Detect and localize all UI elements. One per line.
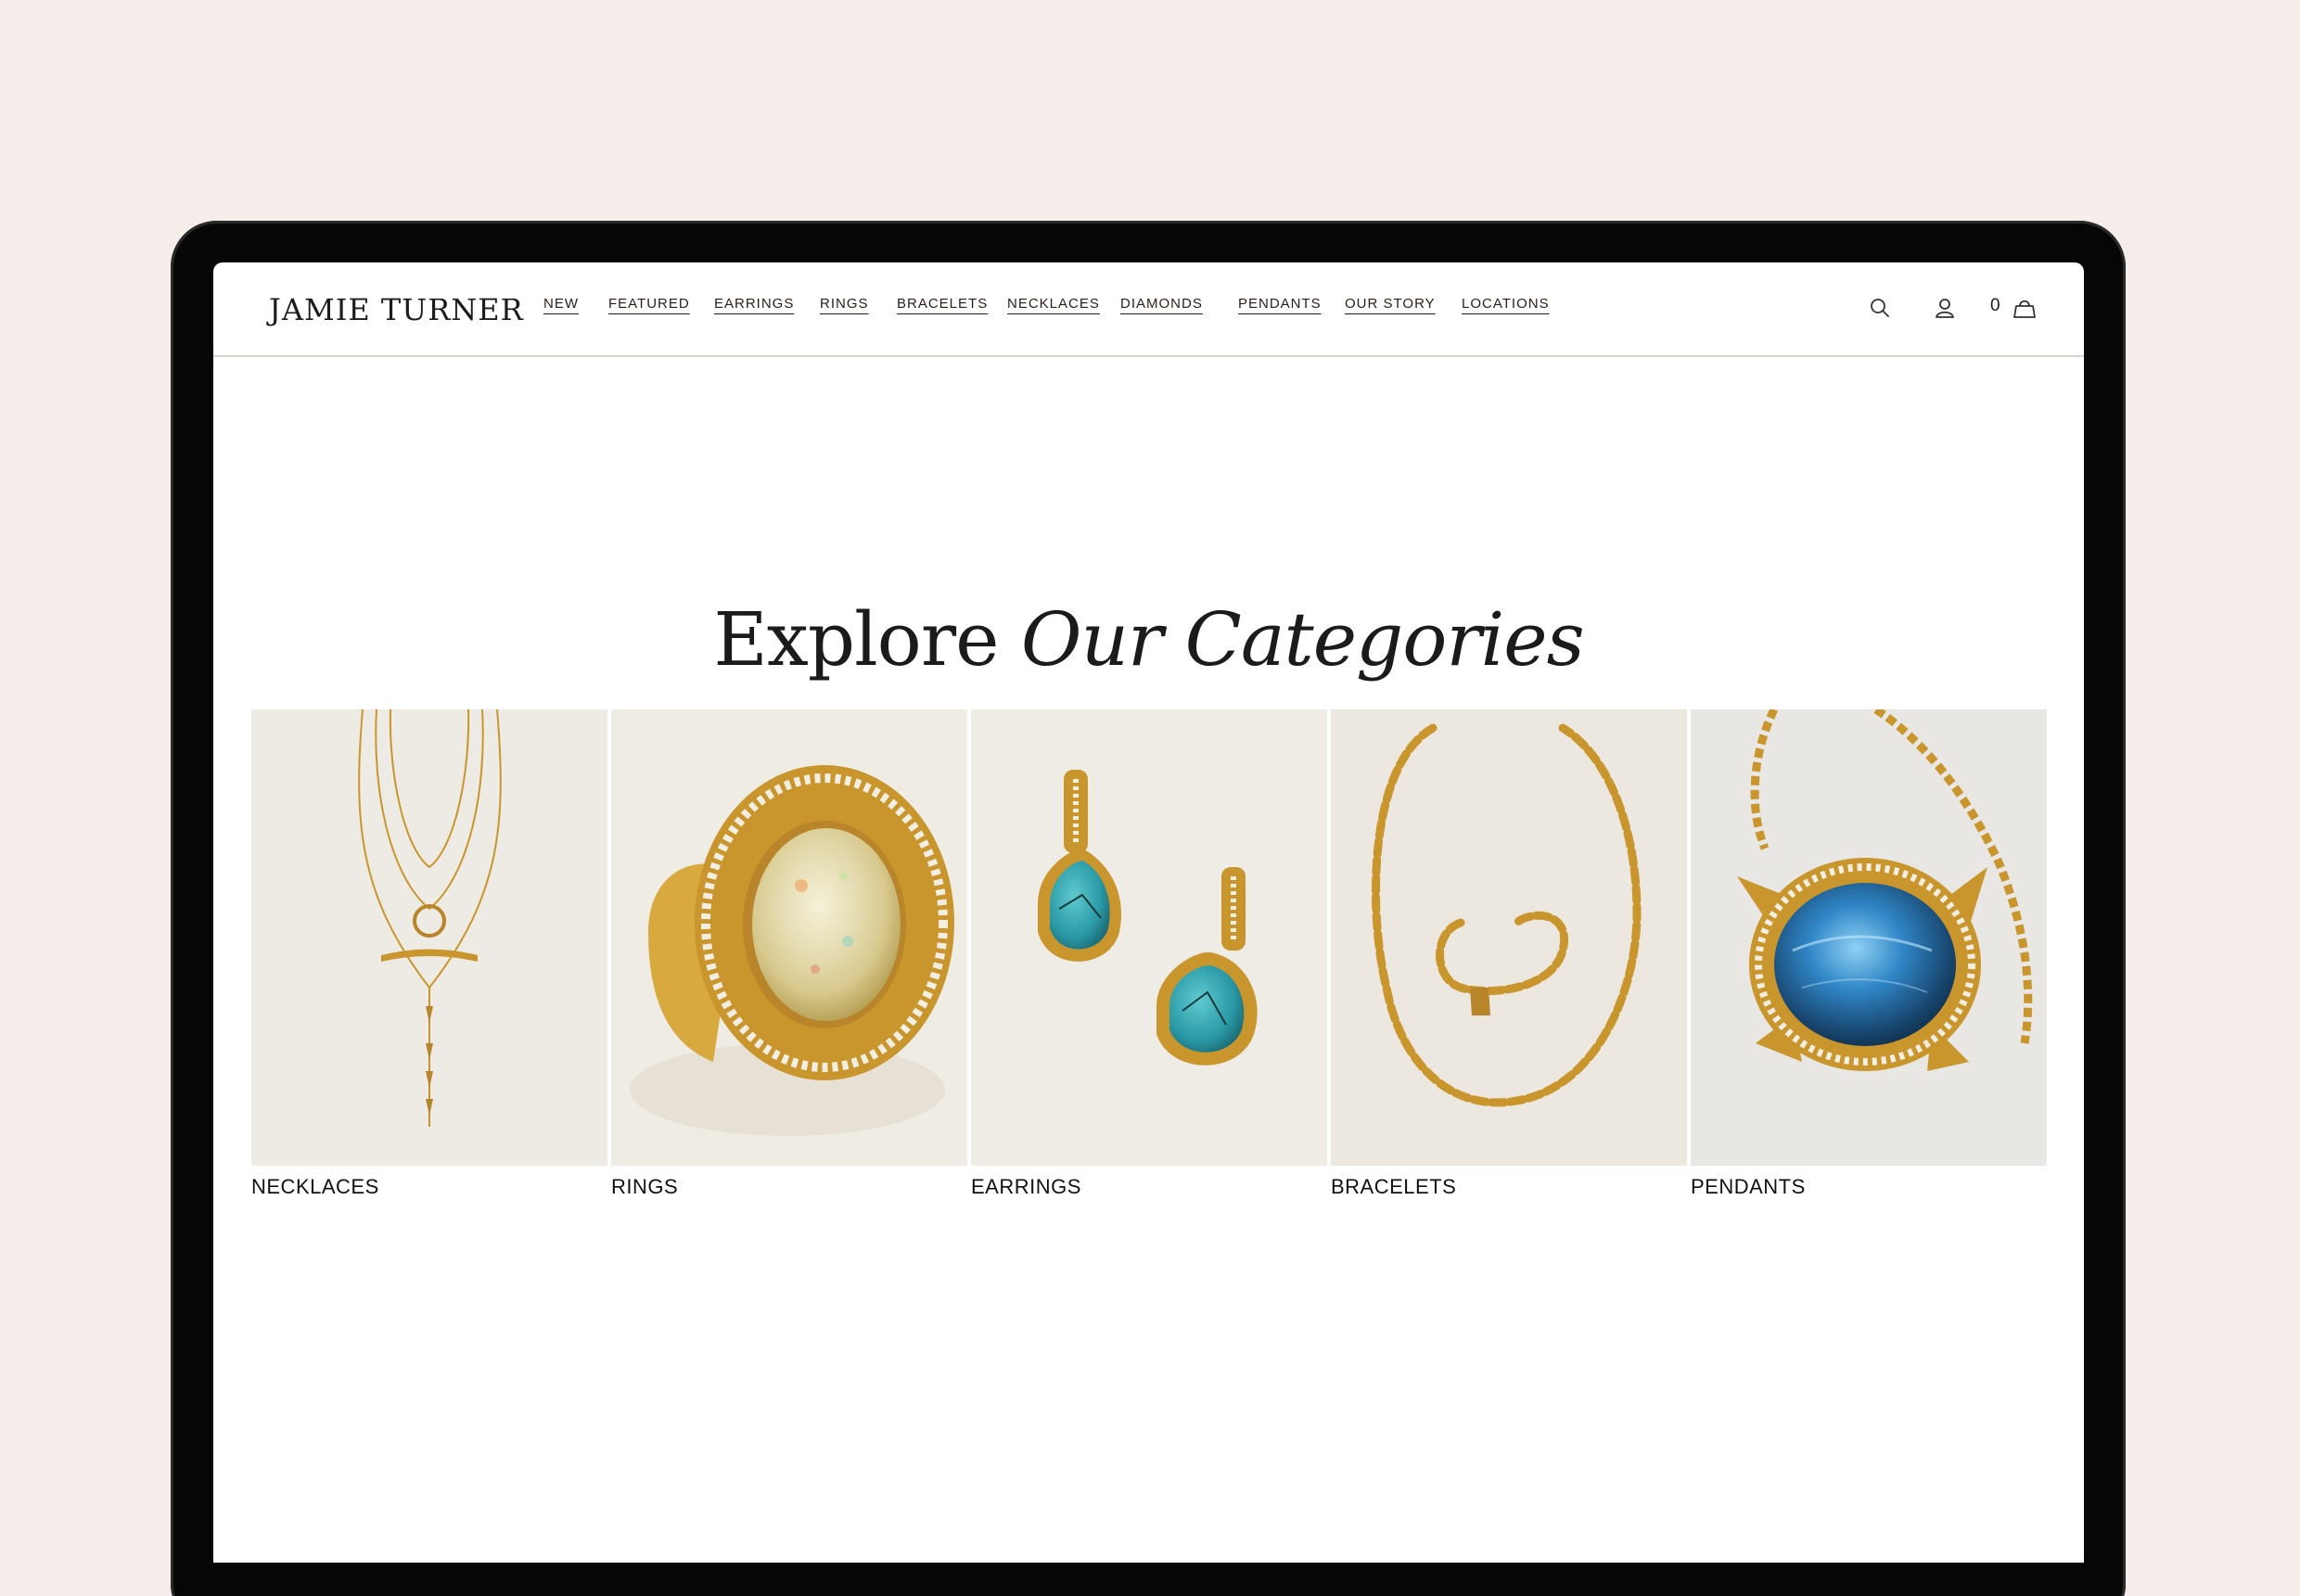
category-necklaces[interactable]: NECKLACES (251, 709, 607, 1198)
section-title: Explore Our Categories (213, 596, 2084, 683)
title-plain: Explore (713, 596, 999, 683)
bracelets-image (1331, 709, 1687, 1166)
category-pendants[interactable]: PENDANTS (1691, 709, 2047, 1198)
cart-count: 0 (1990, 296, 2000, 315)
nav-featured[interactable]: FEATURED (608, 296, 690, 312)
category-label: RINGS (611, 1175, 679, 1198)
nav-bracelets[interactable]: BRACELETS (897, 296, 988, 312)
nav-pendants[interactable]: PENDANTS (1238, 296, 1322, 312)
category-rings[interactable]: RINGS (611, 709, 967, 1198)
pendants-image (1691, 709, 2047, 1166)
search-icon[interactable] (1866, 294, 1894, 322)
category-label: NECKLACES (251, 1175, 379, 1198)
necklaces-image (251, 709, 607, 1166)
site-header: JAMIE TURNER NEW FEATURED EARRINGS RINGS… (213, 262, 2084, 357)
category-label: PENDANTS (1691, 1175, 1806, 1198)
nav-rings[interactable]: RINGS (820, 296, 869, 312)
nav-diamonds[interactable]: DIAMONDS (1120, 296, 1203, 312)
category-label: EARRINGS (971, 1175, 1081, 1198)
category-label: BRACELETS (1331, 1175, 1457, 1198)
category-earrings[interactable]: EARRINGS (971, 709, 1327, 1198)
title-italic: Our Categories (1020, 596, 1585, 683)
nav-necklaces[interactable]: NECKLACES (1007, 296, 1100, 312)
nav-earrings[interactable]: EARRINGS (714, 296, 794, 312)
category-bracelets[interactable]: BRACELETS (1331, 709, 1687, 1198)
bag-icon[interactable] (2011, 294, 2038, 322)
nav-new[interactable]: NEW (543, 296, 579, 312)
user-icon[interactable] (1931, 294, 1959, 322)
brand-logo[interactable]: JAMIE TURNER (269, 292, 524, 327)
browser-screen: JAMIE TURNER NEW FEATURED EARRINGS RINGS… (213, 262, 2084, 1563)
nav-our-story[interactable]: OUR STORY (1345, 296, 1436, 312)
rings-image (611, 709, 967, 1166)
earrings-image (971, 709, 1327, 1166)
nav-locations[interactable]: LOCATIONS (1462, 296, 1550, 312)
